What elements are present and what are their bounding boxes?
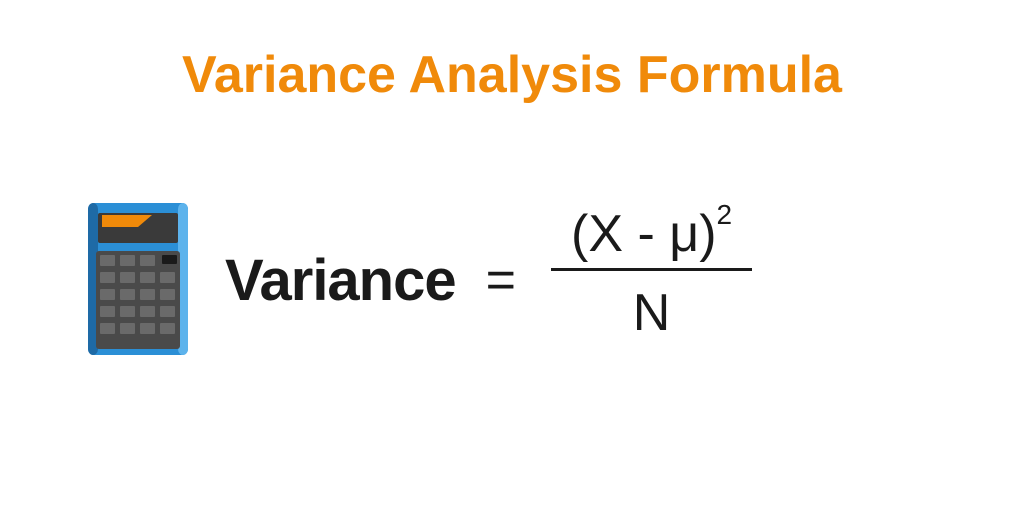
equals-sign: = — [486, 250, 516, 310]
numerator-exponent: 2 — [717, 199, 733, 230]
numerator-base: (X - μ) — [571, 205, 717, 263]
page-title: Variance Analysis Formula — [0, 45, 1024, 105]
formula-label: Variance — [225, 247, 456, 314]
formula-container: Variance = (X - μ)2 N — [80, 195, 964, 365]
formula-denominator: N — [633, 271, 671, 343]
formula-numerator: (X - μ)2 — [551, 208, 752, 268]
calculator-icon — [80, 195, 200, 365]
formula-fraction: (X - μ)2 N — [551, 208, 752, 343]
